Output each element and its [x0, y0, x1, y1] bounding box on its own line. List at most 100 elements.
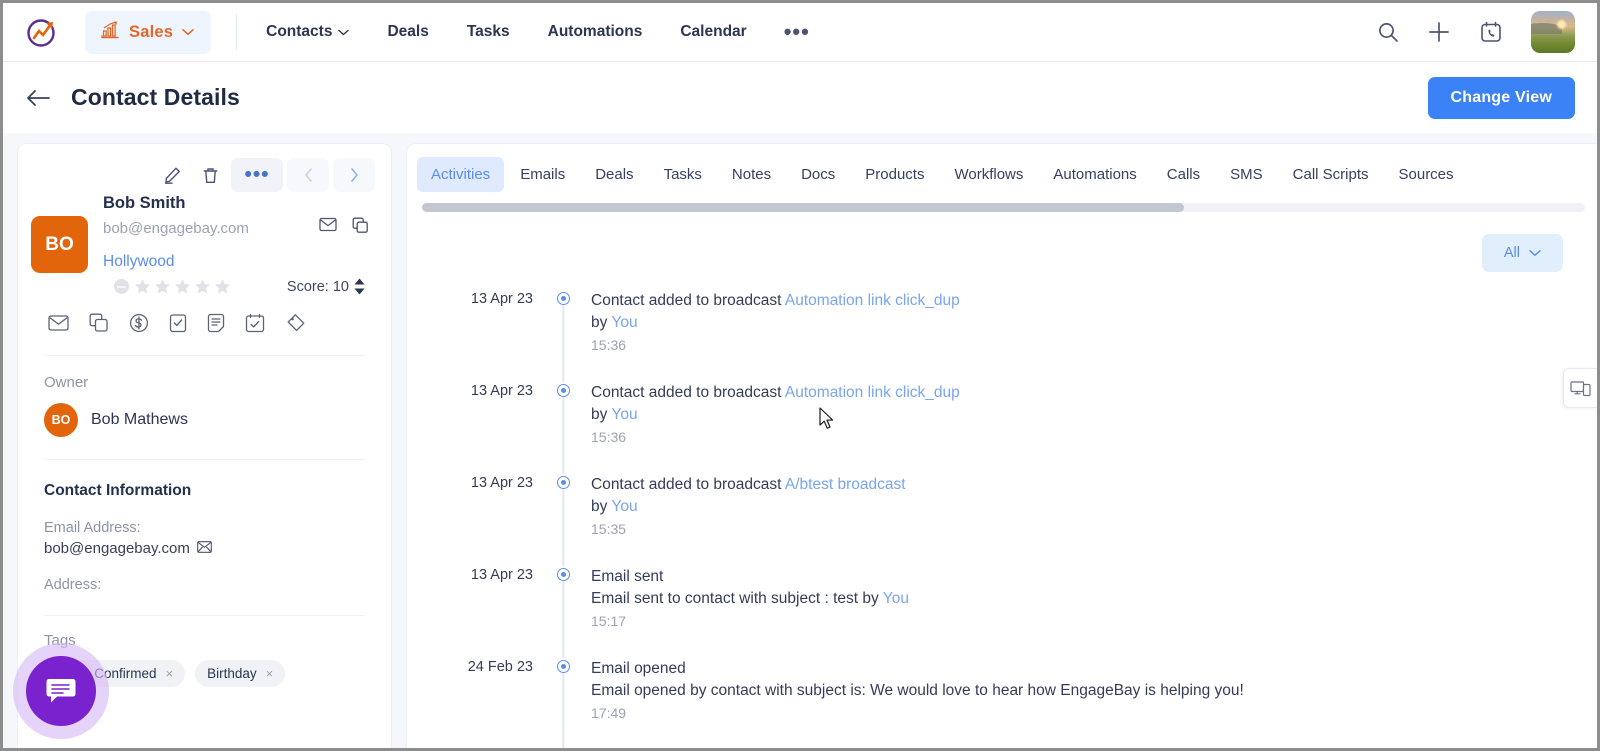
calendar-call-icon[interactable] [1479, 20, 1503, 44]
no-rating-icon[interactable] [114, 279, 129, 294]
nav-link-label: Deals [387, 23, 429, 40]
engagebay-logo[interactable] [25, 14, 61, 50]
star-icon [175, 279, 190, 294]
edit-icon[interactable] [155, 158, 189, 192]
activity-actor-link[interactable]: You [611, 314, 637, 331]
chat-widget-button[interactable] [26, 656, 96, 726]
activity-title-link[interactable]: Automation link click_dup [785, 384, 960, 401]
deal-icon[interactable] [129, 313, 149, 333]
change-view-button[interactable]: Change View [1427, 76, 1575, 119]
nav-link-contacts[interactable]: Contacts [247, 13, 368, 51]
activity-filter-dropdown[interactable]: All [1481, 234, 1563, 272]
tab-sms[interactable]: SMS [1216, 157, 1277, 192]
copy-email-icon[interactable] [352, 217, 369, 239]
activity-timeline: 13 Apr 23 Contact added to broadcast Aut… [407, 272, 1597, 748]
tab-calls[interactable]: Calls [1153, 157, 1214, 192]
activity-title-text: Contact added to broadcast [591, 292, 785, 309]
nav-link-automations[interactable]: Automations [529, 13, 662, 51]
next-contact-button[interactable] [333, 158, 375, 192]
activity-actor-link[interactable]: You [611, 406, 637, 423]
contact-rating-row: Score: 10 [18, 273, 391, 295]
tab-products[interactable]: Products [851, 157, 938, 192]
tag-label: Birthday [207, 666, 257, 681]
note-icon[interactable] [207, 313, 225, 333]
device-preview-icon[interactable] [1563, 368, 1597, 408]
email-icon[interactable] [48, 314, 69, 332]
more-options-button[interactable]: ••• [231, 158, 283, 192]
tab-sources[interactable]: Sources [1385, 157, 1468, 192]
tab-automations[interactable]: Automations [1039, 157, 1150, 192]
nav-link-deals[interactable]: Deals [368, 13, 447, 51]
activity-title: Contact added to broadcast Automation li… [591, 290, 960, 312]
activity-subtitle-text: by [591, 498, 612, 515]
tab-notes[interactable]: Notes [718, 157, 785, 192]
score-label: Score: 10 [286, 278, 349, 295]
activity-title: Contact added to broadcast A/btest broad… [591, 474, 906, 496]
contact-email: bob@engagebay.com [103, 219, 249, 237]
call-icon[interactable] [89, 313, 109, 333]
owner-name: Bob Mathews [91, 411, 188, 428]
nav-overflow-menu[interactable]: ••• [766, 21, 828, 43]
prev-contact-button[interactable] [287, 158, 329, 192]
top-nav-actions [1377, 11, 1575, 53]
activity-title-link[interactable]: Automation link click_dup [785, 292, 960, 309]
tab-activities[interactable]: Activities [417, 157, 505, 192]
activity-title-text: Contact added to broadcast [591, 476, 785, 493]
star-icon [135, 279, 150, 294]
nav-link-label: Calendar [680, 23, 747, 40]
score-stepper[interactable] [354, 278, 365, 295]
activity-item: 13 Apr 23 Contact added to broadcast A/b… [407, 474, 1597, 566]
activity-title: Email opened [591, 660, 686, 677]
product-switcher-sales[interactable]: Sales [85, 10, 212, 54]
star-icon [195, 279, 210, 294]
tabs-horizontal-scrollbar[interactable] [422, 203, 1585, 212]
contact-company-link[interactable]: Hollywood [103, 253, 375, 271]
task-icon[interactable] [169, 313, 187, 333]
search-icon[interactable] [1377, 21, 1399, 43]
scrollbar-thumb[interactable] [422, 203, 1184, 212]
tab-workflows[interactable]: Workflows [940, 157, 1037, 192]
back-arrow-icon[interactable] [25, 88, 51, 108]
activity-title-link[interactable]: A/btest broadcast [785, 476, 906, 493]
activity-date: 24 Feb 23 [467, 659, 533, 675]
timeline-dot-icon [556, 292, 570, 305]
delete-icon[interactable] [193, 158, 227, 192]
email-address-label: Email Address: [44, 520, 141, 536]
tag-chip[interactable]: Birthday × [195, 660, 286, 687]
tab-tasks[interactable]: Tasks [650, 157, 716, 192]
activity-time: 15:36 [591, 337, 627, 353]
envelope-icon[interactable] [197, 540, 212, 557]
activity-time: 17:49 [591, 705, 627, 721]
activity-actor-link[interactable]: You [611, 498, 637, 515]
plus-icon[interactable] [1427, 20, 1451, 44]
address-label: Address: [44, 577, 102, 593]
activity-time: 15:36 [591, 429, 627, 445]
activity-title-text: Contact added to broadcast [591, 384, 785, 401]
tab-emails[interactable]: Emails [506, 157, 579, 192]
contact-name: Bob Smith [103, 194, 186, 212]
tab-deals[interactable]: Deals [581, 157, 647, 192]
close-icon[interactable]: × [266, 666, 274, 681]
tag-icon[interactable] [285, 313, 306, 333]
engagebay-contact-details-page: Sales Contacts Deals Tasks Automations C… [0, 0, 1600, 751]
send-email-icon[interactable] [319, 217, 337, 239]
owner-label: Owner [44, 374, 89, 391]
nav-link-tasks[interactable]: Tasks [448, 13, 529, 51]
activity-time: 15:17 [591, 613, 627, 629]
user-avatar[interactable] [1531, 11, 1575, 53]
activity-subtitle-text: Email sent to contact with subject : tes… [591, 590, 883, 607]
top-navigation-bar: Sales Contacts Deals Tasks Automations C… [3, 3, 1597, 62]
bar-chart-icon [100, 20, 120, 44]
page-body: ••• BO Bob Smith bob@engagebay.com Holly… [3, 133, 1597, 748]
nav-link-calendar[interactable]: Calendar [661, 13, 765, 51]
star-rating[interactable] [134, 278, 231, 295]
timeline-marker [547, 382, 579, 474]
activity-actor-link[interactable]: You [883, 590, 909, 607]
timeline-marker [547, 290, 579, 382]
star-icon [215, 279, 230, 294]
close-icon[interactable]: × [166, 666, 174, 681]
tab-call-scripts[interactable]: Call Scripts [1279, 157, 1383, 192]
appointment-icon[interactable] [245, 313, 265, 333]
tab-docs[interactable]: Docs [787, 157, 849, 192]
star-icon [155, 279, 170, 294]
